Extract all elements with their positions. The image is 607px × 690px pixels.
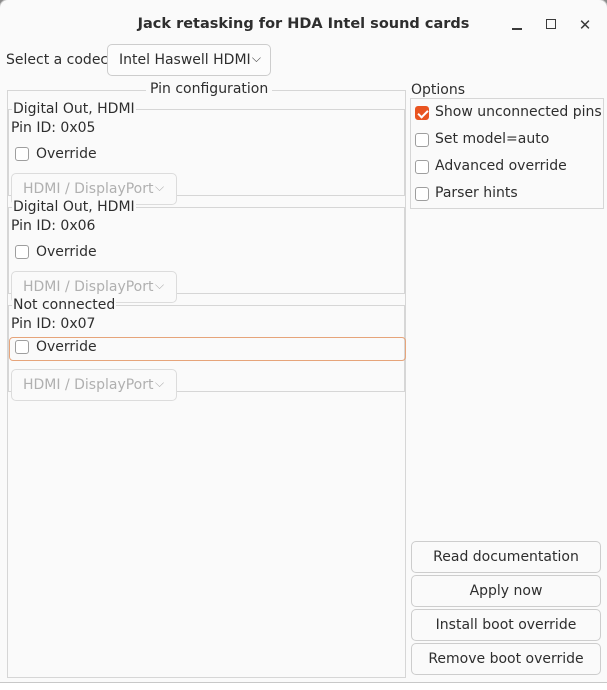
connection-type-value: HDMI / DisplayPort [23,181,154,197]
override-label: Override [36,339,97,355]
read-documentation-button[interactable]: Read documentation [411,541,601,573]
remove-boot-override-button[interactable]: Remove boot override [411,643,601,675]
checkbox-box[interactable] [415,160,429,174]
chevron-down-icon: ⌵ [155,180,165,194]
override-checkbox[interactable]: Override [10,242,405,264]
pin-group-title: Digital Out, HDMI [12,101,136,117]
pin-group-title: Not connected [12,297,117,313]
override-label: Override [36,146,97,162]
codec-label: Select a codec: [6,52,113,68]
pin-configuration-title: Pin configuration [146,81,273,97]
codec-selected-value: Intel Haswell HDMI [119,52,251,68]
override-checkbox[interactable]: Override [9,337,406,361]
pin-id: Pin ID: 0x07 [11,316,96,332]
checkbox-box[interactable] [415,187,429,201]
option-label: Show unconnected pins [435,104,602,120]
pin-group-0x06: Digital Out, HDMI Pin ID: 0x06 Override … [8,199,405,303]
option-label: Set model=auto [435,131,550,147]
title-bar[interactable]: Jack retasking for HDA Intel sound cards… [0,0,607,50]
override-label: Override [36,244,97,260]
option-label: Advanced override [435,158,567,174]
chevron-down-icon: ⌵ [155,278,165,292]
checkbox-box[interactable] [15,340,29,354]
checkbox-box[interactable] [15,245,29,259]
checkbox-box[interactable] [415,133,429,147]
options-title: Options [410,82,467,98]
apply-now-button[interactable]: Apply now [411,575,601,607]
minimize-icon [512,28,522,30]
maximize-icon [546,19,556,29]
main-window: Jack retasking for HDA Intel sound cards… [0,0,607,682]
override-checkbox[interactable]: Override [10,144,405,166]
connection-type-value: HDMI / DisplayPort [23,377,154,393]
pin-group-title: Digital Out, HDMI [12,199,136,215]
connection-type-value: HDMI / DisplayPort [23,279,154,295]
pin-group-0x05: Digital Out, HDMI Pin ID: 0x05 Override … [8,101,405,205]
checkbox-checked[interactable] [415,106,429,120]
maximize-button[interactable] [540,14,562,36]
chevron-down-icon: ⌵ [251,51,261,65]
chevron-down-icon: ⌵ [155,376,165,390]
close-button[interactable]: ✕ [574,14,596,36]
connection-type-dropdown[interactable]: HDMI / DisplayPort ⌵ [11,369,177,401]
checkbox-box[interactable] [15,147,29,161]
pin-id: Pin ID: 0x06 [11,218,96,234]
install-boot-override-button[interactable]: Install boot override [411,609,601,641]
pin-group-0x07: Not connected Pin ID: 0x07 Override HDMI… [8,297,406,401]
pin-id: Pin ID: 0x05 [11,120,96,136]
option-label: Parser hints [435,185,518,201]
minimize-button[interactable] [506,14,528,36]
close-icon: ✕ [578,16,592,34]
codec-dropdown[interactable]: Intel Haswell HDMI ⌵ [107,44,271,76]
